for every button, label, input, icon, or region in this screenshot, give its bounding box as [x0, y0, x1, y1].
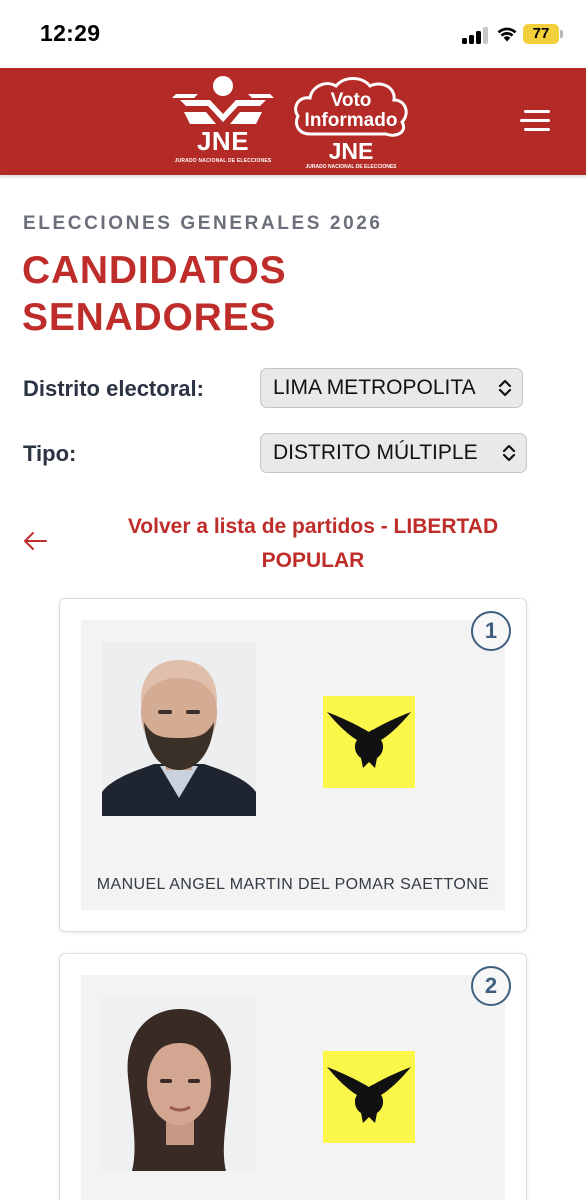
cellular-signal-icon [462, 27, 490, 44]
candidate-card[interactable]: 2 [59, 953, 527, 1200]
jne-logo[interactable]: JNE JURADO NACIONAL DE ELECCIONES [170, 74, 276, 172]
tipo-label: Tipo: [23, 441, 77, 466]
back-to-parties-link[interactable]: Volver a lista de partidos - LIBERTAD PO… [80, 510, 546, 578]
status-time: 12:29 [40, 20, 101, 46]
status-bar: 12:29 77 [0, 0, 586, 68]
jne-logo-subtitle: JURADO NACIONAL DE ELECCIONES [174, 158, 272, 164]
battery-nub [560, 30, 563, 38]
candidate-number-badge: 2 [471, 966, 511, 1006]
jne-emblem-icon [172, 76, 274, 124]
hamburger-menu-icon[interactable] [516, 108, 550, 134]
candidate-card[interactable]: 1 MANUEL ANGEL MARTIN DEL POMAR SAETTONE [59, 598, 527, 932]
voto-informado-line2: Informado [304, 110, 398, 131]
candidate-card-body: 1 MANUEL ANGEL MARTIN DEL POMAR SAETTONE [81, 611, 511, 910]
eagle-icon [327, 712, 411, 768]
party-logo [323, 1051, 415, 1143]
page-eyebrow: ELECCIONES GENERALES 2026 [23, 213, 383, 234]
candidate-number-badge: 1 [471, 611, 511, 651]
candidate-name: MANUEL ANGEL MARTIN DEL POMAR SAETTONE [96, 876, 490, 893]
chevron-up-down-icon [498, 379, 512, 397]
jne-logo-text: JNE [196, 126, 250, 156]
voto-informado-logo[interactable]: Voto Informado JNE JURADO NACIONAL DE EL… [288, 76, 414, 170]
candidate-card-body: 2 [81, 966, 511, 1200]
party-logo [323, 696, 415, 788]
distrito-select-value: LIMA METROPOLITA [273, 376, 476, 399]
wifi-icon [497, 27, 517, 42]
tipo-select-value: DISTRITO MÚLTIPLE [273, 441, 478, 464]
candidate-photo [102, 642, 256, 816]
voto-informado-line1: Voto [330, 90, 372, 111]
distrito-label: Distrito electoral: [23, 376, 204, 401]
voto-informado-subtitle: JURADO NACIONAL DE ELECCIONES [305, 164, 397, 170]
eagle-icon [327, 1067, 411, 1123]
candidate-portrait-icon [102, 642, 256, 816]
candidate-portrait-icon [102, 997, 256, 1171]
tipo-select[interactable]: DISTRITO MÚLTIPLE [260, 433, 527, 473]
candidate-photo [102, 997, 256, 1171]
battery-indicator: 77 [523, 24, 559, 44]
arrow-left-icon[interactable] [22, 530, 48, 552]
voto-informado-jne: JNE [328, 138, 374, 164]
chevron-up-down-icon [502, 444, 516, 462]
distrito-select[interactable]: LIMA METROPOLITA [260, 368, 523, 408]
page-title: CANDIDATOS SENADORES [22, 249, 287, 339]
site-header: JNE JURADO NACIONAL DE ELECCIONES Voto I… [0, 68, 586, 175]
